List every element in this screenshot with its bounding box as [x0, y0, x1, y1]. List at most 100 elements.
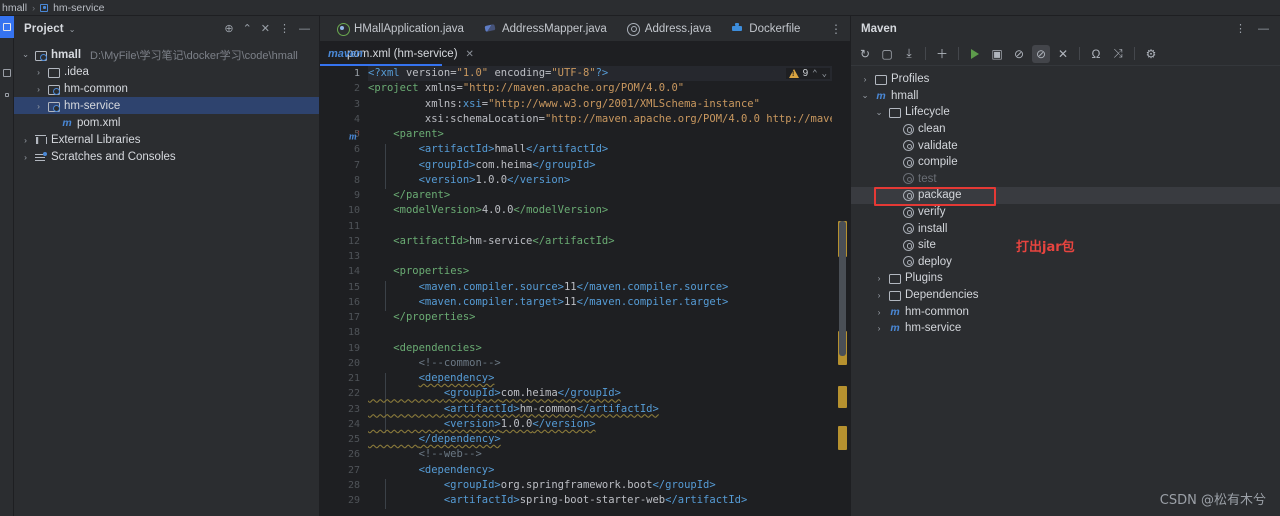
add-maven-project-icon[interactable]: ▢ [878, 45, 896, 63]
toolbar-separator [1134, 47, 1135, 60]
project-tree-item-hm-common[interactable]: › hm-common [14, 80, 319, 97]
rail-button-project[interactable] [0, 16, 14, 38]
project-window-icon [3, 23, 11, 31]
rail-button-structure[interactable] [0, 84, 14, 106]
docker-icon [731, 22, 744, 35]
project-tree-item--idea[interactable]: › .idea [14, 63, 319, 80]
maven-tree-item-plugins[interactable]: › Plugins [851, 270, 1280, 287]
hide-panel-icon[interactable]: — [299, 23, 310, 35]
maven-tree-item-hmall[interactable]: ⌄ m hmall [851, 88, 1280, 105]
maven-gutter-icon[interactable]: m↑ [349, 129, 360, 142]
close-icon[interactable]: ✕ [466, 49, 474, 60]
collapse-all-icon[interactable]: ✕ [1054, 45, 1072, 63]
run-maven-build-icon[interactable] [966, 45, 984, 63]
editor-tab-dockerfile[interactable]: Dockerfile [721, 16, 810, 42]
tree-spacer: · [887, 174, 899, 184]
chevron-right-icon[interactable]: › [20, 135, 31, 145]
chevron-right-icon[interactable]: › [873, 273, 885, 283]
project-tree-item-scratches-and-consoles[interactable]: › Scratches and Consoles [14, 148, 319, 165]
maven-item-label: test [918, 172, 937, 185]
code-editor[interactable]: 1 2 3 4 5 6 7 8 9 10 11 12 13 14 15 16 17 18 19 20 21 22 23 24 2… [320, 66, 850, 516]
tab-pom-xml[interactable]: maven pom.xml (hm-service) ✕ [328, 42, 474, 66]
maven-tree: › Profiles ⌄mhmall⌄Lifecycle·clean·validat… [851, 66, 1280, 337]
project-tree-item-pom-xml[interactable]: · m pom.xml [14, 114, 319, 131]
goal-gear-icon [903, 223, 914, 235]
maven-item-label: verify [918, 206, 946, 219]
chevron-right-icon[interactable]: › [20, 152, 31, 162]
breadcrumb-module[interactable]: hm-service [53, 2, 104, 14]
tree-spacer: · [887, 141, 899, 151]
maven-tree-item-verify[interactable]: · verify [851, 204, 1280, 221]
chevron-right-icon[interactable]: › [859, 74, 871, 84]
chevron-down-icon[interactable]: ⌄ [69, 25, 76, 34]
editor-area: HMallApplication.java AddressMapper.java A… [320, 16, 850, 516]
project-panel-title[interactable]: Project [24, 23, 64, 35]
maven-tree-item-compile[interactable]: · compile [851, 154, 1280, 171]
chevron-right-icon[interactable]: › [33, 84, 44, 94]
chevron-right-icon[interactable]: › [873, 290, 885, 300]
line-number: 22 [347, 388, 360, 400]
chevron-down-icon[interactable]: ⌄ [859, 90, 871, 101]
line-number: 6 [353, 144, 360, 156]
chevron-down-icon[interactable]: ⌄ [873, 107, 885, 118]
expand-collapse-icon[interactable]: ⌃ [243, 23, 252, 35]
chevron-right-icon[interactable]: › [33, 101, 44, 111]
project-tree-item-external-libraries[interactable]: › External Libraries [14, 131, 319, 148]
maven-tree-item-clean[interactable]: · clean [851, 121, 1280, 138]
rail-button-commit[interactable] [0, 62, 14, 84]
maven-tree-item-lifecycle[interactable]: ⌄ Lifecycle [851, 104, 1280, 121]
chevron-right-icon[interactable]: › [33, 67, 44, 77]
maven-tree-item-profiles[interactable]: › Profiles [851, 71, 1280, 88]
line-number: 19 [347, 342, 360, 354]
tree-spacer: · [887, 257, 899, 267]
show-dependencies-icon[interactable]: Ω [1087, 45, 1105, 63]
tree-item-label: pom.xml [77, 116, 121, 129]
line-number: 4 [353, 113, 360, 125]
toggle-skip-tests-icon[interactable]: ⊘ [1032, 44, 1050, 63]
maven-tree-item-package[interactable]: · package [851, 187, 1280, 204]
select-opened-file-icon[interactable]: ⊕ [224, 23, 233, 35]
maven-tree-item-deploy[interactable]: · deploy [851, 254, 1280, 271]
options-menu-icon[interactable]: ⋮ [1235, 23, 1246, 35]
maven-item-label: Profiles [891, 73, 930, 86]
reload-all-maven-projects-icon[interactable]: ↻ [856, 45, 874, 63]
editor-tab-addressmapper-java[interactable]: AddressMapper.java [474, 16, 617, 42]
maven-tree-item-hm-service[interactable]: › m hm-service [851, 320, 1280, 337]
next-problem-icon[interactable]: ⌄ [822, 69, 827, 79]
project-tree-item-hm-service[interactable]: › hm-service [14, 97, 319, 114]
line-number: 24 [347, 418, 360, 430]
breadcrumb-project[interactable]: hmall [2, 2, 27, 14]
previous-problem-icon[interactable]: ⌃ [812, 69, 817, 79]
editor-tab-hmallapplication-java[interactable]: HMallApplication.java [326, 16, 474, 42]
download-sources-icon[interactable]: ⤓ [900, 45, 918, 63]
maven-tree-item-test[interactable]: · test [851, 171, 1280, 188]
editor-tab-address-java[interactable]: Address.java [617, 16, 721, 42]
collapse-all-icon[interactable]: ✕ [261, 23, 270, 35]
expand-tree-icon[interactable]: ⤨ [1109, 45, 1127, 63]
chevron-right-icon[interactable]: › [873, 323, 885, 333]
maven-tree-item-dependencies[interactable]: › Dependencies [851, 287, 1280, 304]
maven-tree-item-install[interactable]: · install [851, 220, 1280, 237]
toggle-offline-mode-icon[interactable]: ⊘ [1010, 45, 1028, 63]
editor-scrollbar[interactable] [836, 66, 850, 516]
breadcrumb-separator: › [32, 2, 36, 13]
maven-item-label: Plugins [905, 272, 943, 285]
line-number: 18 [347, 327, 360, 339]
line-number: 27 [347, 464, 360, 476]
chevron-right-icon[interactable]: › [873, 307, 885, 317]
maven-tree-item-validate[interactable]: · validate [851, 137, 1280, 154]
maven-tree-item-hm-common[interactable]: › m hm-common [851, 303, 1280, 320]
inspection-widget[interactable]: 9 ⌃ ⌄ [785, 68, 830, 79]
execute-maven-goal-icon[interactable]: ▣ [988, 45, 1006, 63]
chevron-down-icon[interactable]: ⌄ [20, 49, 31, 60]
project-tree-item-hmall[interactable]: ⌄ hmall D:\MyFile\学习笔记\docker学习\code\hmall [14, 46, 319, 63]
maven-settings-icon[interactable]: ⚙ [1142, 45, 1160, 63]
code-line: xmlns:xsi="http://www.w3.org/2001/XMLSch… [368, 97, 760, 110]
class-icon [627, 22, 641, 36]
add-plus-icon[interactable]: ＋ [933, 45, 951, 63]
annotation-note: 打出jar包 [1016, 240, 1075, 255]
options-menu-icon[interactable]: ⋮ [279, 23, 290, 35]
tabs-options-icon[interactable]: ⋮ [830, 22, 850, 36]
hide-panel-icon[interactable]: — [1258, 23, 1269, 35]
